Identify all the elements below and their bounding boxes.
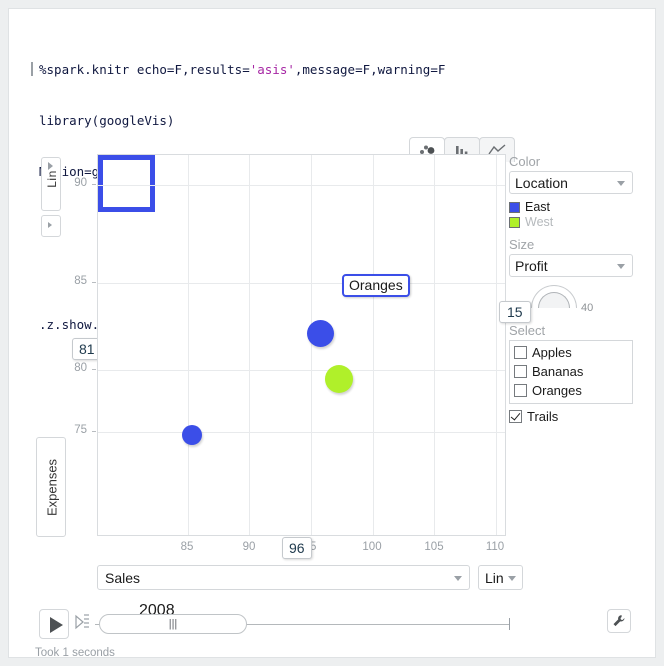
playback-bar: 2008 ||| Took 1 seconds	[31, 599, 645, 659]
y-tick-mark	[92, 184, 96, 185]
x-value-box: 96	[282, 537, 312, 559]
gridline-vertical	[188, 155, 189, 535]
timeline-grip-icon: |||	[168, 618, 178, 630]
checkbox-trails[interactable]	[509, 410, 522, 423]
code-text-plain: library(googleVis)	[39, 113, 175, 128]
code-text-plain: %spark.knitr echo=F,results=	[39, 62, 250, 77]
speed-icon	[75, 614, 89, 630]
y-axis-title-button[interactable]: Expenses	[36, 437, 66, 537]
x-tick-label: 105	[424, 541, 444, 553]
x-axis-scale-select[interactable]: Lin	[478, 565, 523, 590]
legend-item-east[interactable]: East	[509, 200, 645, 214]
y-tick-mark	[92, 369, 96, 370]
play-icon	[50, 617, 63, 633]
entity-select-list: Apples Bananas Oranges	[509, 340, 633, 404]
execution-status-label: Took 1 seconds	[35, 647, 115, 659]
timeline-slider[interactable]: |||	[95, 614, 510, 634]
chevron-down-icon	[508, 576, 516, 581]
select-item-label: Apples	[532, 345, 572, 360]
gridline-vertical	[373, 155, 374, 535]
select-item-label: Bananas	[532, 364, 584, 379]
chevron-down-icon	[617, 264, 625, 269]
y-tick-label: 75	[74, 424, 87, 436]
legend-item-west[interactable]: West	[509, 215, 645, 229]
x-axis-scale-label: Lin	[485, 570, 504, 586]
trails-toggle[interactable]: Trails	[509, 409, 645, 424]
trails-label: Trails	[527, 409, 559, 424]
size-range-dial[interactable]: 40 15	[499, 283, 645, 323]
gridline-horizontal	[98, 185, 505, 186]
timeline-end-marker	[509, 618, 510, 630]
select-item-label: Oranges	[532, 383, 582, 398]
code-line: %spark.knitr echo=F,results='asis',messa…	[31, 61, 631, 78]
select-item-oranges[interactable]: Oranges	[514, 383, 628, 398]
selection-ring	[98, 155, 155, 212]
y-axis-title-label: Expenses	[44, 458, 60, 517]
motion-chart-widget: Lin Expenses 90 85 80 75 81 Oranges 85 9…	[31, 137, 645, 647]
settings-button[interactable]	[607, 609, 631, 633]
play-button[interactable]	[39, 609, 69, 639]
color-field-select[interactable]: Location	[509, 171, 633, 194]
data-bubble-bananas[interactable]	[325, 365, 353, 393]
gridline-horizontal	[98, 370, 505, 371]
data-bubble-oranges[interactable]	[307, 320, 334, 347]
x-tick-label: 110	[485, 541, 505, 553]
y-tick-label: 80	[74, 362, 87, 374]
code-text-plain: ,message=F,warning=F	[294, 62, 446, 77]
code-line: library(googleVis)	[31, 112, 631, 129]
y-tick-label: 85	[74, 275, 87, 287]
select-control-label: Select	[509, 323, 546, 338]
x-tick-label: 90	[242, 541, 256, 553]
legend-label-east: East	[525, 200, 551, 214]
select-item-apples[interactable]: Apples	[514, 345, 628, 360]
checkbox-oranges[interactable]	[514, 384, 527, 397]
checkbox-apples[interactable]	[514, 346, 527, 359]
timeline-range-handle[interactable]: |||	[99, 614, 247, 634]
checkbox-bananas[interactable]	[514, 365, 527, 378]
chevron-right-icon	[48, 222, 52, 228]
color-control-label: Color	[509, 154, 541, 169]
color-field-value: Location	[515, 175, 568, 191]
gridline-horizontal	[98, 283, 505, 284]
data-bubble-apples[interactable]	[182, 425, 202, 445]
code-text-string: 'asis'	[249, 62, 295, 77]
size-max-label: 40	[581, 302, 594, 314]
y-tick-label: 90	[74, 177, 87, 189]
x-axis-field-label: Sales	[105, 570, 141, 586]
size-field-value: Profit	[515, 258, 548, 274]
gridline-vertical	[434, 155, 435, 535]
gridline-vertical	[496, 155, 497, 535]
select-item-bananas[interactable]: Bananas	[514, 364, 628, 379]
chevron-down-icon	[617, 181, 625, 186]
notebook-paragraph-panel: %spark.knitr echo=F,results='asis',messa…	[8, 8, 656, 659]
chart-controls-panel: Color Location East West Size Profit 40 …	[499, 154, 645, 424]
legend-label-west: West	[525, 215, 554, 229]
playback-speed-button[interactable]	[74, 611, 90, 635]
gridline-vertical	[249, 155, 250, 535]
size-field-select[interactable]: Profit	[509, 254, 633, 277]
x-tick-label: 85	[180, 541, 194, 553]
legend-swatch-west	[509, 216, 520, 228]
x-tick-label: 100	[362, 541, 382, 553]
plot-area[interactable]: Oranges	[97, 154, 506, 536]
size-control-label: Size	[509, 237, 535, 252]
screenshot-root: %spark.knitr echo=F,results='asis',messa…	[0, 0, 664, 666]
size-min-box: 15	[499, 301, 531, 323]
y-tick-mark	[92, 431, 96, 432]
chevron-down-icon	[454, 576, 462, 581]
legend-swatch-east	[509, 201, 520, 213]
gridline-vertical	[311, 155, 312, 535]
y-axis-options-button[interactable]	[41, 215, 61, 237]
wrench-icon	[613, 615, 625, 627]
data-point-label[interactable]: Oranges	[342, 274, 410, 297]
y-tick-mark	[92, 282, 96, 283]
x-axis-controls: Sales Lin	[97, 565, 523, 590]
x-axis-field-select[interactable]: Sales	[97, 565, 470, 590]
gridline-horizontal	[98, 432, 505, 433]
